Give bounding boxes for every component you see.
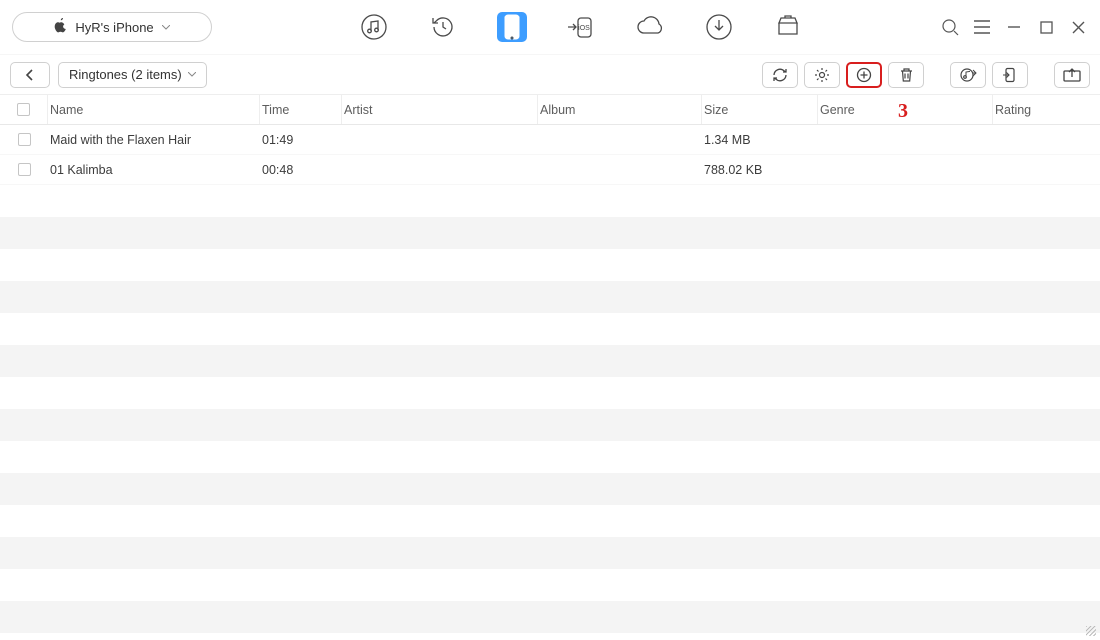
- col-time[interactable]: Time: [260, 95, 342, 124]
- checkbox-icon: [18, 133, 31, 146]
- cell-time: 00:48: [260, 163, 342, 177]
- to-device-button[interactable]: [992, 62, 1028, 88]
- cell-name: 01 Kalimba: [48, 163, 260, 177]
- cell-time: 01:49: [260, 133, 342, 147]
- col-artist[interactable]: Artist: [342, 95, 538, 124]
- table-row[interactable]: Maid with the Flaxen Hair 01:49 1.34 MB: [0, 125, 1100, 155]
- empty-area: [0, 185, 1100, 640]
- annotation-step-3: 3: [898, 100, 908, 123]
- close-button[interactable]: [1068, 17, 1088, 37]
- nav-to-ios[interactable]: iOS: [566, 12, 596, 42]
- menu-icon[interactable]: [972, 17, 992, 37]
- device-selector[interactable]: HyR's iPhone: [12, 12, 212, 42]
- sub-toolbar: Ringtones (2 items): [0, 55, 1100, 95]
- nav-history[interactable]: [428, 12, 458, 42]
- to-itunes-button[interactable]: [950, 62, 986, 88]
- col-size[interactable]: Size: [702, 95, 818, 124]
- chevron-down-icon: [162, 22, 170, 33]
- checkbox-icon: [18, 163, 31, 176]
- cell-size: 788.02 KB: [702, 163, 818, 177]
- resize-grip[interactable]: [1086, 626, 1096, 636]
- col-album[interactable]: Album: [538, 95, 702, 124]
- svg-text:iOS: iOS: [578, 25, 590, 32]
- top-nav: iOS: [212, 12, 940, 42]
- checkbox-icon: [17, 103, 30, 116]
- nav-cloud[interactable]: [635, 12, 665, 42]
- nav-download[interactable]: [704, 12, 734, 42]
- minimize-button[interactable]: [1004, 17, 1024, 37]
- add-button[interactable]: [846, 62, 882, 88]
- select-all-cell[interactable]: [0, 95, 48, 124]
- export-button[interactable]: [1054, 62, 1090, 88]
- top-toolbar: HyR's iPhone iOS: [0, 0, 1100, 55]
- nav-music[interactable]: [359, 12, 389, 42]
- nav-phone[interactable]: [497, 12, 527, 42]
- delete-button[interactable]: [888, 62, 924, 88]
- window-controls: [940, 17, 1088, 37]
- chevron-down-icon: [188, 69, 196, 80]
- col-rating[interactable]: Rating: [993, 95, 1097, 124]
- refresh-button[interactable]: [762, 62, 798, 88]
- cell-size: 1.34 MB: [702, 133, 818, 147]
- table-header: Name Time Artist Album Size Genre Rating: [0, 95, 1100, 125]
- device-name: HyR's iPhone: [75, 20, 153, 35]
- row-checkbox[interactable]: [0, 133, 48, 146]
- maximize-button[interactable]: [1036, 17, 1056, 37]
- apple-icon: [54, 18, 67, 36]
- col-name[interactable]: Name: [48, 95, 260, 124]
- file-table: Name Time Artist Album Size Genre Rating…: [0, 95, 1100, 640]
- category-label: Ringtones (2 items): [69, 67, 182, 82]
- action-bar: [762, 62, 1090, 88]
- category-dropdown[interactable]: Ringtones (2 items): [58, 62, 207, 88]
- back-button[interactable]: [10, 62, 50, 88]
- cell-name: Maid with the Flaxen Hair: [48, 133, 260, 147]
- row-checkbox[interactable]: [0, 163, 48, 176]
- search-icon[interactable]: [940, 17, 960, 37]
- table-row[interactable]: 01 Kalimba 00:48 788.02 KB: [0, 155, 1100, 185]
- nav-toolbox[interactable]: [773, 12, 803, 42]
- settings-button[interactable]: [804, 62, 840, 88]
